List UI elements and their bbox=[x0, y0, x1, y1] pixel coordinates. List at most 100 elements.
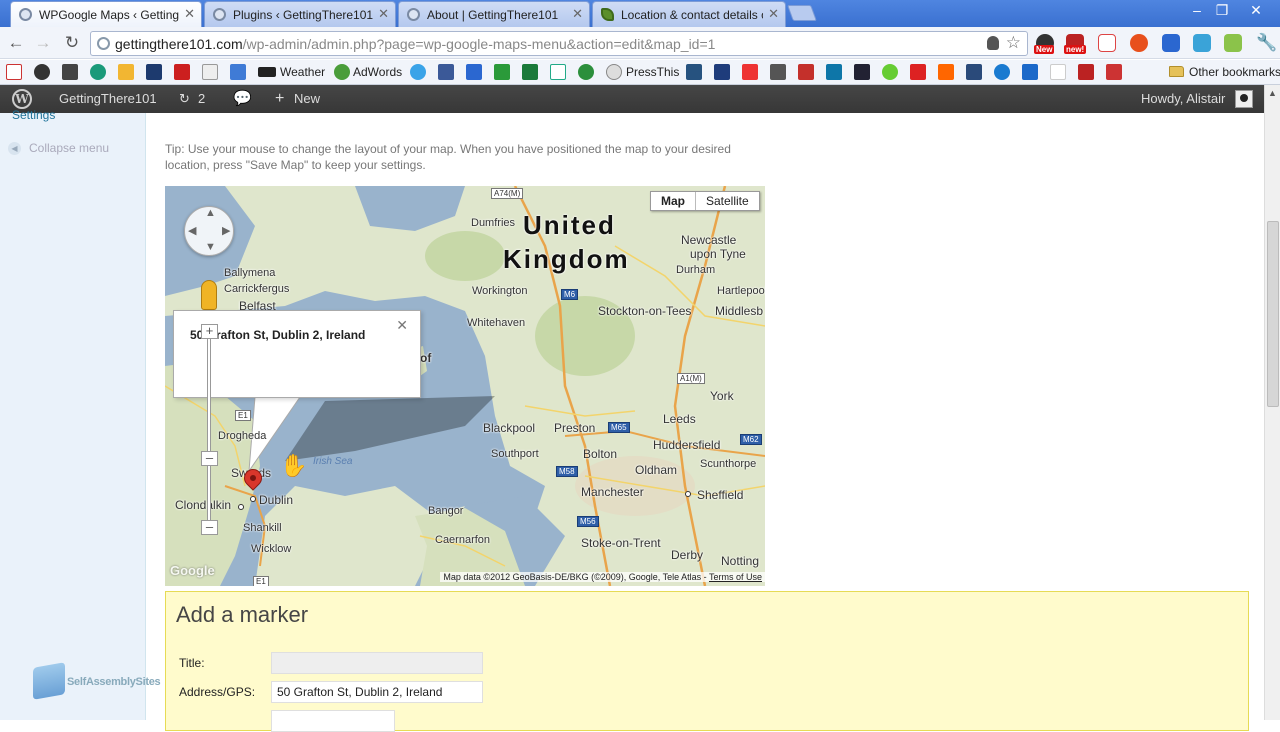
bookmark-adwords[interactable]: AdWords bbox=[353, 65, 402, 79]
bookmark-icon[interactable] bbox=[494, 64, 510, 80]
back-icon[interactable]: ← bbox=[5, 32, 27, 54]
lightbulb-extension-icon[interactable] bbox=[987, 36, 999, 50]
youtube-bookmark-icon[interactable] bbox=[798, 64, 814, 80]
zoom-slider-track[interactable] bbox=[207, 326, 211, 531]
info-window-close-icon[interactable]: ✕ bbox=[396, 317, 408, 334]
restore-icon[interactable]: ❐ bbox=[1212, 2, 1232, 19]
pan-control[interactable]: ▲ ▼ ◀ ▶ bbox=[184, 206, 234, 256]
tab-about[interactable]: About | GettingThere101 ✕ bbox=[398, 1, 590, 27]
bookmark-icon[interactable] bbox=[90, 64, 106, 80]
new-tab-button[interactable] bbox=[787, 5, 817, 21]
flickr-bookmark-icon[interactable] bbox=[1050, 64, 1066, 80]
bookmark-icon[interactable] bbox=[770, 64, 786, 80]
avatar[interactable] bbox=[1235, 90, 1253, 108]
wordpress-favicon-icon bbox=[213, 8, 226, 21]
bookmark-icon[interactable] bbox=[146, 64, 162, 80]
delicious-extension-icon[interactable] bbox=[1162, 34, 1180, 52]
marker-address-input[interactable] bbox=[271, 681, 483, 703]
bookmark-star-icon[interactable]: ☆ bbox=[1006, 33, 1021, 53]
map-type-map-button[interactable]: Map bbox=[651, 192, 696, 210]
page-info-icon[interactable] bbox=[97, 37, 110, 50]
zoom-out-button[interactable]: – bbox=[201, 520, 218, 535]
bookmark-icon[interactable] bbox=[1022, 64, 1038, 80]
tab-close-icon[interactable]: ✕ bbox=[768, 6, 779, 22]
pan-down-icon[interactable]: ▼ bbox=[205, 241, 216, 253]
window-close-icon[interactable]: ✕ bbox=[1246, 2, 1266, 19]
bookmark-pressthis[interactable]: PressThis bbox=[626, 65, 679, 79]
zoom-in-button[interactable]: + bbox=[201, 324, 218, 339]
bookmark-icon[interactable] bbox=[994, 64, 1010, 80]
twitter-bookmark-icon[interactable] bbox=[410, 64, 426, 80]
pan-right-icon[interactable]: ▶ bbox=[222, 224, 230, 237]
tab-plugins[interactable]: Plugins ‹ GettingThere101 — W ✕ bbox=[204, 1, 396, 27]
collapse-arrow-icon[interactable]: ◀ bbox=[8, 142, 21, 155]
tab-close-icon[interactable]: ✕ bbox=[184, 6, 195, 22]
bookmark-icon[interactable] bbox=[522, 64, 538, 80]
updates-count[interactable]: 2 bbox=[198, 85, 205, 113]
bookmark-icon[interactable] bbox=[714, 64, 730, 80]
tab-close-icon[interactable]: ✕ bbox=[572, 6, 583, 22]
bookmark-icon[interactable] bbox=[230, 64, 246, 80]
linkedin-bookmark-icon[interactable] bbox=[826, 64, 842, 80]
bookmark-icon[interactable] bbox=[686, 64, 702, 80]
adwords-bookmark-icon[interactable] bbox=[334, 64, 350, 80]
pdf-bookmark-icon[interactable] bbox=[1106, 64, 1122, 80]
map-label-country: United bbox=[523, 210, 616, 240]
color-picker-extension-icon[interactable] bbox=[1224, 34, 1242, 52]
delicious-bookmark-icon[interactable] bbox=[466, 64, 482, 80]
bookmark-icon[interactable] bbox=[550, 64, 566, 80]
minimize-icon[interactable]: – bbox=[1187, 2, 1207, 18]
bookmark-icon[interactable] bbox=[1078, 64, 1094, 80]
collapse-menu-link[interactable]: Collapse menu bbox=[29, 141, 109, 155]
wordpress-logo-icon[interactable]: W bbox=[12, 89, 32, 109]
gmail-bookmark-icon[interactable] bbox=[6, 64, 22, 80]
netflix-bookmark-icon[interactable] bbox=[910, 64, 926, 80]
google-map[interactable]: United Kingdom Dumfries Newcastle upon T… bbox=[165, 186, 765, 586]
terms-of-use-link[interactable]: Terms of Use bbox=[709, 572, 762, 582]
page-scrollbar[interactable]: ▲ bbox=[1264, 85, 1280, 720]
map-place-label: Caernarfon bbox=[435, 534, 491, 546]
bbc-weather-bookmark-icon[interactable] bbox=[258, 67, 276, 77]
updates-icon[interactable]: ↻ bbox=[179, 85, 190, 113]
street-view-pegman-icon[interactable] bbox=[201, 280, 217, 310]
facebook-bookmark-icon[interactable] bbox=[438, 64, 454, 80]
bookmark-icon[interactable] bbox=[882, 64, 898, 80]
o2-bookmark-icon[interactable] bbox=[202, 64, 218, 80]
address-bar[interactable]: gettingthere101.com/wp-admin/admin.php?p… bbox=[90, 31, 1028, 56]
site-name-link[interactable]: GettingThere101 bbox=[59, 85, 157, 113]
stumbleupon-bookmark-icon[interactable] bbox=[578, 64, 594, 80]
bookmark-icon[interactable] bbox=[34, 64, 50, 80]
bookmark-icon[interactable] bbox=[118, 64, 134, 80]
marker-extra-input[interactable] bbox=[271, 710, 395, 732]
new-content-link[interactable]: New bbox=[294, 85, 320, 113]
map-type-satellite-button[interactable]: Satellite bbox=[696, 192, 759, 210]
reload-icon[interactable]: ↻ bbox=[61, 32, 83, 54]
google-plus-extension-icon[interactable] bbox=[1098, 34, 1116, 52]
plus-icon[interactable]: + bbox=[275, 85, 284, 113]
scroll-up-icon[interactable]: ▲ bbox=[1268, 88, 1277, 98]
bookmark-icon[interactable] bbox=[938, 64, 954, 80]
scrollbar-thumb[interactable] bbox=[1267, 221, 1279, 407]
zoom-slider-handle[interactable]: – bbox=[201, 451, 218, 466]
bookmark-icon[interactable] bbox=[966, 64, 982, 80]
bookmark-icon[interactable] bbox=[174, 64, 190, 80]
pressthis-bookmark-icon[interactable] bbox=[606, 64, 622, 80]
tab-wpgoogle-maps[interactable]: WPGoogle Maps ‹ GettingThere ✕ bbox=[10, 1, 202, 27]
comments-icon[interactable]: 💬 bbox=[233, 85, 252, 113]
tab-close-icon[interactable]: ✕ bbox=[378, 6, 389, 22]
forward-icon[interactable]: → bbox=[32, 32, 54, 54]
pan-left-icon[interactable]: ◀ bbox=[188, 224, 196, 237]
wrench-menu-icon[interactable]: 🔧 bbox=[1256, 33, 1277, 53]
bookmark-weather[interactable]: Weather bbox=[280, 65, 325, 79]
stumbleupon-extension-icon[interactable] bbox=[1130, 34, 1148, 52]
marker-title-input[interactable] bbox=[271, 652, 483, 674]
tab-location-contact[interactable]: Location & contact details of B ✕ bbox=[592, 1, 786, 27]
sync-extension-icon[interactable] bbox=[1193, 34, 1211, 52]
bookmark-icon[interactable] bbox=[742, 64, 758, 80]
bookmark-icon[interactable] bbox=[62, 64, 78, 80]
pan-up-icon[interactable]: ▲ bbox=[205, 207, 216, 219]
other-bookmarks[interactable]: Other bookmarks bbox=[1189, 65, 1280, 79]
bookmark-icon[interactable] bbox=[854, 64, 870, 80]
sidebar-item-settings[interactable]: Settings bbox=[12, 108, 55, 122]
howdy-user-menu[interactable]: Howdy, Alistair bbox=[1141, 85, 1225, 113]
